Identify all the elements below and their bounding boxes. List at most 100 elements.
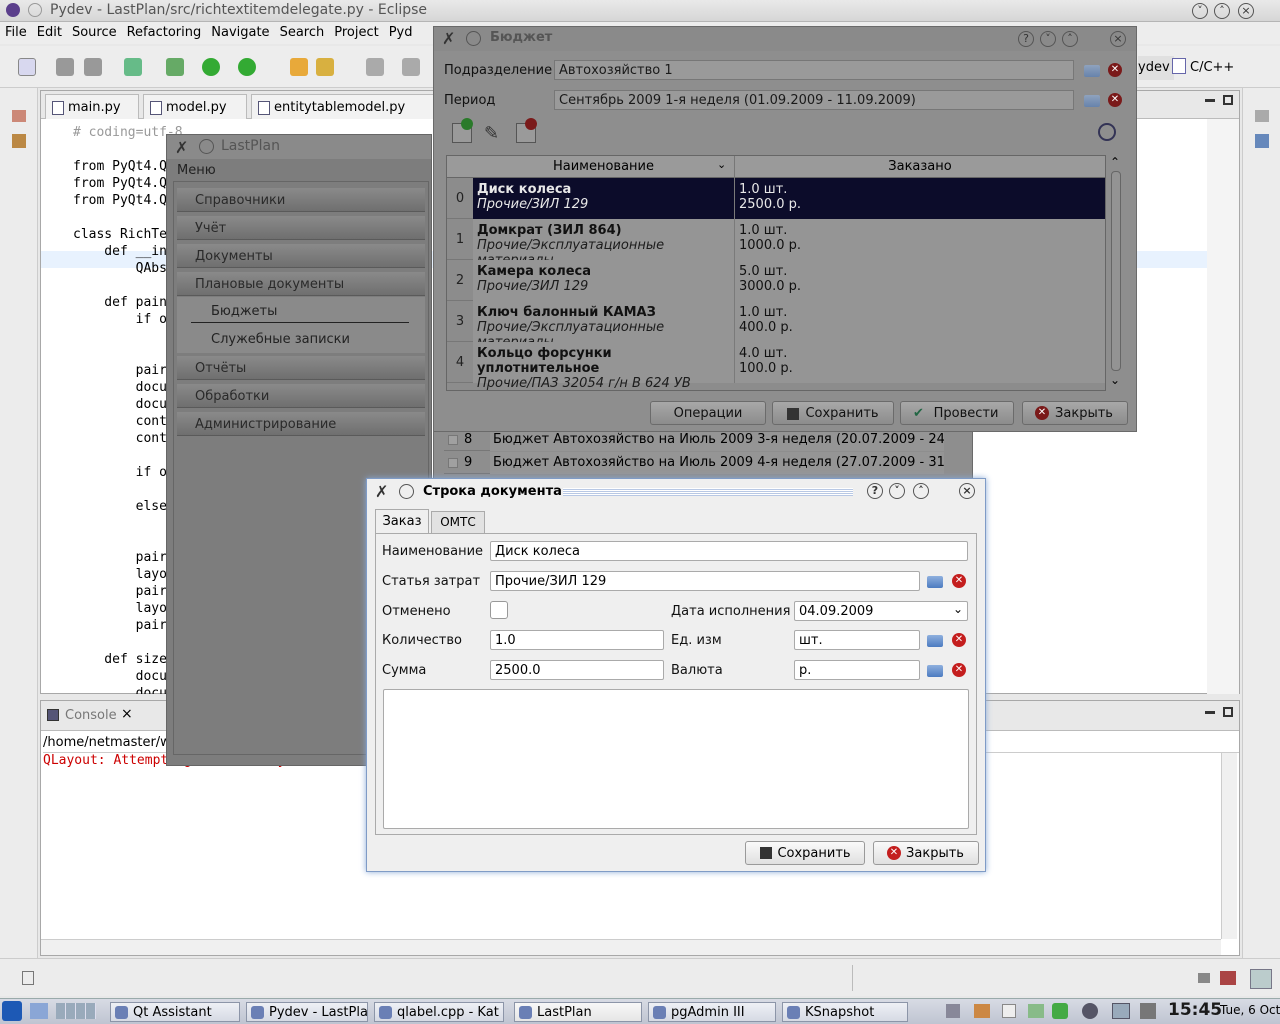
cost-item-field[interactable]: Прочие/ЗИЛ 129	[490, 571, 920, 591]
console-tab-label[interactable]: Console	[65, 708, 117, 723]
table-row[interactable]: 0 Диск колеса Прочие/ЗИЛ 129 1.0 шт. 2500.0 …	[447, 178, 1105, 219]
quantity-field[interactable]: 1.0	[490, 630, 664, 650]
menu-search[interactable]: Search	[275, 22, 330, 40]
menu-pydev[interactable]: Pyd	[384, 22, 418, 40]
minimize-icon[interactable]: ˅	[1192, 3, 1208, 19]
operations-button[interactable]: Операции	[650, 401, 766, 425]
row-checkbox[interactable]	[448, 458, 458, 468]
marker-icon[interactable]	[316, 58, 334, 76]
maximize-console-icon[interactable]	[1223, 707, 1233, 717]
minimize-icon[interactable]: ˅	[1040, 31, 1056, 47]
menu-item-documents[interactable]: Документы	[177, 244, 425, 268]
vertical-scrollbar[interactable]: ⌃ ⌄	[1108, 155, 1124, 391]
scrollbar-thumb[interactable]	[1111, 171, 1121, 371]
table-row[interactable]: 2 Камера колеса Прочие/ЗИЛ 129 5.0 шт. 3000.…	[447, 260, 1105, 301]
open-folder-icon[interactable]	[290, 58, 308, 76]
cell-ordered[interactable]: 4.0 шт. 100.0 р.	[735, 342, 1105, 383]
clear-icon[interactable]: ✕	[1108, 63, 1122, 77]
list-item[interactable]: 8 Бюджет Автохозяйство на Июль 2009 3-я …	[444, 429, 944, 451]
cell-name[interactable]: Камера колеса Прочие/ЗИЛ 129	[473, 260, 735, 301]
clear-icon[interactable]: ✕	[952, 574, 966, 588]
info-icon[interactable]	[1082, 1003, 1098, 1019]
close-icon[interactable]: ×	[1110, 31, 1126, 47]
monitor-icon[interactable]	[1250, 969, 1272, 989]
update-icon[interactable]	[1052, 1003, 1068, 1019]
notes-textarea[interactable]	[383, 689, 969, 829]
close-icon[interactable]: ×	[1238, 3, 1254, 19]
cell-name[interactable]: Диск колеса Прочие/ЗИЛ 129	[473, 178, 735, 219]
network-icon[interactable]	[1028, 1004, 1044, 1018]
clock-time[interactable]: 15:45	[1168, 1000, 1222, 1020]
console-vscrollbar[interactable]	[1221, 753, 1237, 939]
fast-view-icon[interactable]	[22, 971, 34, 985]
open-type-icon[interactable]	[124, 58, 142, 76]
menu-refactoring[interactable]: Refactoring	[122, 22, 207, 40]
menu-project[interactable]: Project	[329, 22, 383, 40]
console-hscrollbar[interactable]	[41, 939, 1221, 955]
display-icon[interactable]	[1112, 1003, 1130, 1019]
pin-icon[interactable]	[199, 139, 214, 154]
edit-row-icon[interactable]: ✎	[484, 123, 504, 144]
pin-icon[interactable]	[399, 484, 414, 499]
menu-item-directories[interactable]: Справочники	[177, 188, 425, 212]
save-button[interactable]: Сохранить	[745, 841, 865, 865]
debug-icon[interactable]	[166, 58, 184, 76]
menu-item-reports[interactable]: Отчёты	[177, 356, 425, 380]
kmenu-icon[interactable]	[2, 1001, 22, 1021]
task-qlabel-cpp[interactable]: qlabel.cpp - Kat	[374, 1002, 504, 1022]
cell-ordered[interactable]: 1.0 шт. 2500.0 р.	[735, 178, 1105, 219]
unit-field[interactable]: шт.	[794, 630, 920, 650]
maximize-icon[interactable]: ˄	[913, 483, 929, 499]
perspective-pydev[interactable]: ydev	[1138, 56, 1174, 80]
restore-view-icon[interactable]	[12, 110, 26, 122]
menu-navigate[interactable]: Navigate	[206, 22, 274, 40]
new-icon[interactable]	[18, 58, 36, 76]
search-icon[interactable]	[1098, 123, 1116, 141]
print-icon[interactable]	[84, 58, 102, 76]
tab-model-py[interactable]: model.py	[143, 94, 247, 119]
delete-row-icon[interactable]	[516, 118, 537, 143]
close-icon[interactable]: ×	[959, 483, 975, 499]
tray-app-icon[interactable]	[974, 1004, 990, 1018]
close-button[interactable]: ✕ Закрыть	[1022, 401, 1128, 425]
perspective-cpp[interactable]: C/C++	[1190, 60, 1234, 75]
clear-icon[interactable]: ✕	[1108, 93, 1122, 107]
nav-back-icon[interactable]	[366, 58, 384, 76]
browse-folder-icon[interactable]	[1084, 95, 1100, 107]
minimize-console-icon[interactable]	[1205, 711, 1215, 714]
cell-ordered[interactable]: 1.0 шт. 400.0 р.	[735, 301, 1105, 342]
tab-main-py[interactable]: main.py	[45, 94, 139, 119]
division-field[interactable]: Автохозяйство 1	[554, 60, 1074, 80]
column-header-name[interactable]: Наименование	[473, 156, 735, 178]
browse-folder-icon[interactable]	[1084, 65, 1100, 77]
task-pydev[interactable]: Pydev - LastPlan	[246, 1002, 368, 1022]
menu-file[interactable]: File	[0, 22, 32, 40]
menu-item-administration[interactable]: Администрирование	[177, 412, 425, 436]
task-ksnapshot[interactable]: KSnapshot	[782, 1002, 908, 1022]
nav-forward-icon[interactable]	[402, 58, 420, 76]
tab-order[interactable]: Заказ	[375, 509, 429, 533]
close-console-icon[interactable]: ×	[121, 706, 133, 722]
browse-folder-icon[interactable]	[927, 576, 943, 588]
outline-icon[interactable]	[1255, 134, 1269, 148]
table-row[interactable]: 1 Домкрат (ЗИЛ 864) Прочие/Эксплуатационны…	[447, 219, 1105, 268]
menu-item-plan-documents[interactable]: Плановые документы	[177, 272, 425, 296]
tasks-icon[interactable]	[1220, 971, 1236, 985]
browse-folder-icon[interactable]	[927, 635, 943, 647]
due-date-select[interactable]: 04.09.2009 ⌄	[794, 601, 968, 621]
cancelled-checkbox[interactable]	[490, 601, 508, 619]
submenu-item-memos[interactable]: Служебные записки	[177, 325, 425, 353]
menu-item-accounting[interactable]: Учёт	[177, 216, 425, 240]
scroll-up-icon[interactable]: ⌃	[1110, 155, 1120, 169]
menu-item-processing[interactable]: Обработки	[177, 384, 425, 408]
pager-icon[interactable]	[56, 1003, 96, 1019]
list-item[interactable]: 9 Бюджет Автохозяйство на Июль 2009 4-я …	[444, 452, 944, 474]
maximize-icon[interactable]: ˄	[1062, 31, 1078, 47]
tray-expand-icon[interactable]	[1140, 1003, 1156, 1019]
maximize-icon[interactable]: ˄	[1214, 3, 1230, 19]
tab-omts[interactable]: ОМТС	[431, 511, 485, 533]
scroll-down-icon[interactable]: ⌄	[1110, 373, 1120, 387]
run-icon[interactable]	[202, 58, 220, 76]
task-pgadmin[interactable]: pgAdmin III	[648, 1002, 776, 1022]
maximize-editor-icon[interactable]	[1223, 95, 1233, 105]
